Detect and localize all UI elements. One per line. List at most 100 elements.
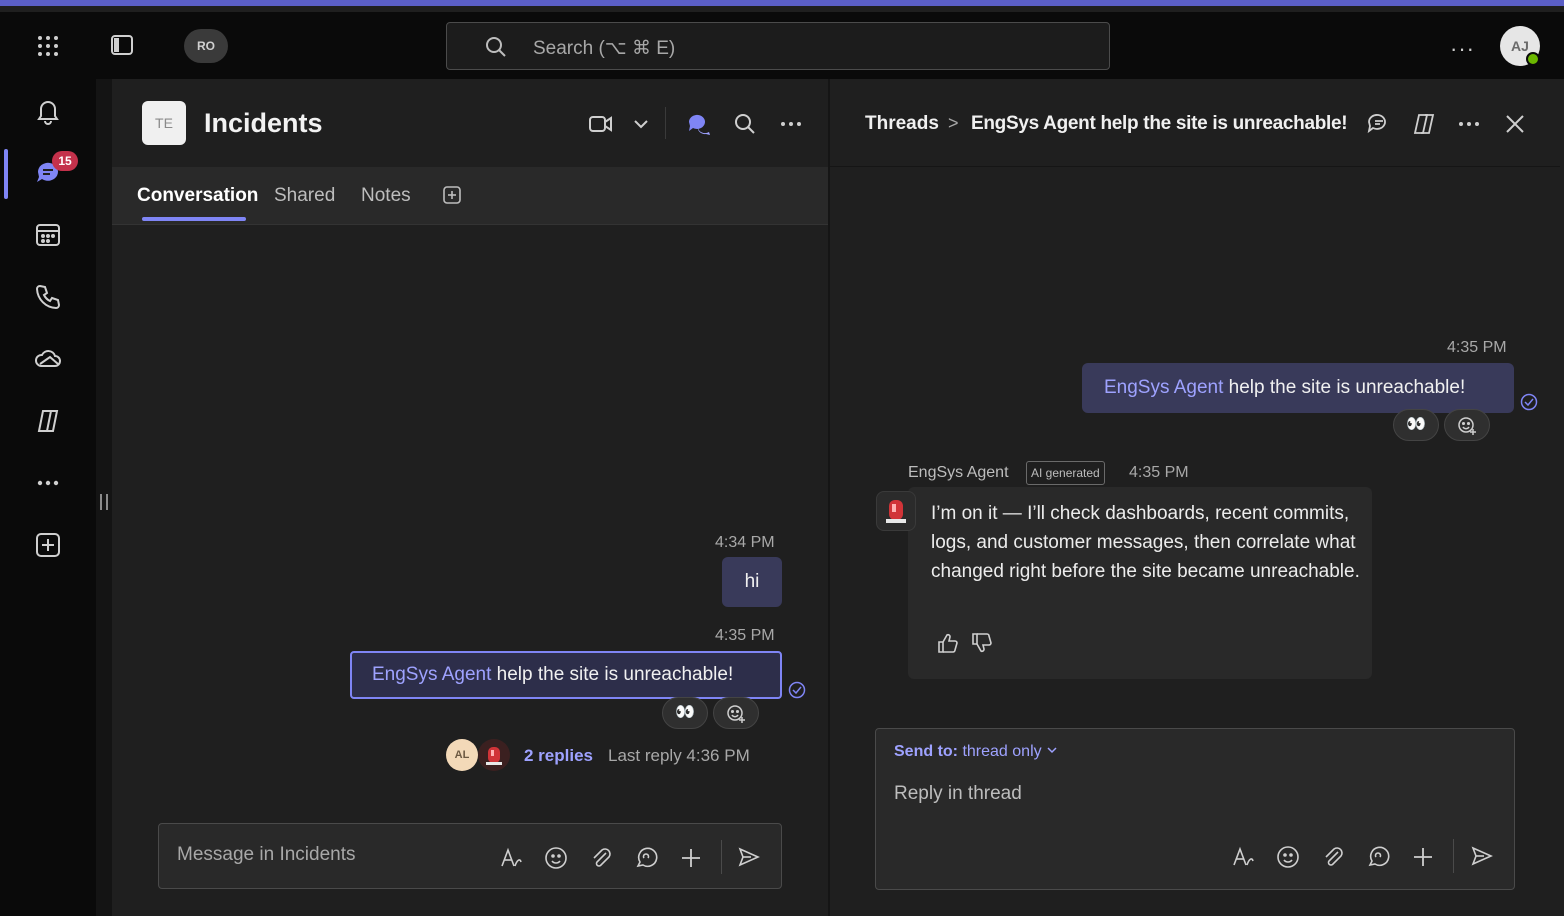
- bot-avatar: [478, 739, 510, 771]
- add-reaction-button[interactable]: [1444, 409, 1490, 441]
- app-launcher-icon[interactable]: [36, 34, 60, 58]
- message-text: help the site is unreachable!: [1223, 377, 1466, 398]
- tab-notes[interactable]: Notes: [361, 185, 411, 207]
- add-reaction-icon: [1458, 417, 1476, 435]
- channel-header: TE Incidents: [112, 79, 828, 167]
- composer-divider: [721, 840, 722, 874]
- title-bar: RO Search (⌥ ⌘ E) ··· AJ: [0, 12, 1564, 79]
- copilot-icon[interactable]: [1411, 111, 1437, 137]
- add-app-icon[interactable]: [34, 531, 62, 559]
- chevron-down-icon[interactable]: [628, 111, 654, 137]
- breadcrumb-threads[interactable]: Threads: [865, 113, 939, 135]
- message-composer[interactable]: Message in Incidents: [158, 823, 782, 889]
- siren-icon: [886, 500, 906, 523]
- loop-component-icon[interactable]: [634, 846, 658, 870]
- send-icon[interactable]: [1470, 844, 1494, 868]
- close-icon[interactable]: [1502, 111, 1528, 137]
- more-apps-icon[interactable]: [34, 469, 62, 497]
- thread-header: Threads > EngSys Agent help the site is …: [830, 79, 1560, 167]
- settings-more-icon[interactable]: ···: [1450, 36, 1475, 62]
- calendar-icon[interactable]: [34, 221, 62, 249]
- send-to-value: thread only: [962, 743, 1042, 760]
- message-timestamp: 4:35 PM: [1447, 339, 1507, 356]
- thread-title: EngSys Agent help the site is unreachabl…: [971, 113, 1348, 134]
- tab-conversation[interactable]: Conversation: [137, 185, 258, 207]
- channel-tabs: Conversation Shared Notes: [112, 167, 828, 225]
- composer-placeholder: Message in Incidents: [177, 844, 356, 865]
- search-placeholder: Search (⌥ ⌘ E): [533, 38, 676, 59]
- header-divider: [665, 107, 666, 139]
- message-timestamp: 4:34 PM: [715, 534, 775, 551]
- profile-switcher[interactable]: RO: [184, 29, 228, 63]
- loop-component-icon[interactable]: [1366, 845, 1390, 869]
- mention-engsys-agent[interactable]: EngSys Agent: [1104, 377, 1223, 398]
- thread-root-message[interactable]: EngSys Agent help the site is unreachabl…: [1082, 363, 1514, 413]
- bot-message-card[interactable]: I’m on it — I’ll check dashboards, recen…: [908, 487, 1372, 679]
- chevron-down-icon: [1047, 747, 1057, 754]
- rail-selection-indicator: [4, 149, 8, 199]
- add-icon[interactable]: [1411, 845, 1435, 869]
- add-icon[interactable]: [679, 846, 703, 870]
- tab-shared[interactable]: Shared: [274, 185, 335, 207]
- thread-replies-summary[interactable]: AL 2 replies Last reply 4:36 PM: [446, 739, 806, 771]
- channel-pane: TE Incidents Conversation Shared Notes 4…: [112, 79, 828, 916]
- add-tab-icon[interactable]: [442, 185, 462, 205]
- thumbs-down-icon[interactable]: [970, 632, 992, 654]
- calls-phone-icon[interactable]: [34, 283, 62, 311]
- more-options-icon[interactable]: [778, 111, 804, 137]
- ai-generated-tag: AI generated: [1026, 461, 1105, 485]
- read-receipt-icon: [1520, 393, 1538, 411]
- chat-bubbles-icon[interactable]: [686, 111, 712, 137]
- root-message-bubble[interactable]: EngSys Agent help the site is unreachabl…: [350, 651, 782, 699]
- thread-chat-icon[interactable]: [1366, 111, 1392, 137]
- breadcrumb-separator: >: [948, 113, 959, 133]
- toggle-sidebar-icon[interactable]: [110, 34, 134, 56]
- send-icon[interactable]: [737, 845, 761, 869]
- team-avatar[interactable]: TE: [142, 101, 186, 145]
- siren-icon: [486, 747, 502, 765]
- reply-placeholder: Reply in thread: [894, 783, 1022, 804]
- format-text-icon[interactable]: [1231, 845, 1255, 869]
- message-bubble[interactable]: hi: [722, 557, 782, 607]
- mention-engsys-agent[interactable]: EngSys Agent: [372, 664, 491, 685]
- thread-pane: Threads > EngSys Agent help the site is …: [830, 79, 1560, 916]
- channel-title: Incidents: [204, 108, 323, 138]
- bot-avatar[interactable]: [876, 491, 916, 531]
- read-receipt-icon: [788, 681, 806, 699]
- emoji-icon[interactable]: [1276, 845, 1300, 869]
- copilot-icon[interactable]: [34, 407, 62, 435]
- last-reply-time: Last reply 4:36 PM: [608, 746, 750, 765]
- app-window: RO Search (⌥ ⌘ E) ··· AJ 15 TE Incidents…: [0, 0, 1564, 916]
- search-icon[interactable]: [732, 111, 758, 137]
- add-reaction-button[interactable]: [713, 697, 759, 729]
- onedrive-cloud-icon[interactable]: [34, 345, 62, 373]
- search-icon: [486, 37, 506, 57]
- active-tab-indicator: [142, 217, 246, 221]
- video-call-icon[interactable]: [588, 111, 614, 137]
- message-timestamp: 4:35 PM: [715, 627, 775, 644]
- message-timestamp: 4:35 PM: [1129, 464, 1189, 481]
- bot-message-text: I’m on it — I’ll check dashboards, recen…: [931, 503, 1360, 582]
- presence-available-icon: [1526, 52, 1540, 66]
- resize-handle[interactable]: [100, 494, 108, 510]
- chat-unread-badge: 15: [52, 151, 78, 171]
- attach-icon[interactable]: [1321, 845, 1345, 869]
- search-input[interactable]: Search (⌥ ⌘ E): [446, 22, 1110, 70]
- replier-avatar: AL: [446, 739, 478, 771]
- add-reaction-icon: [727, 705, 745, 723]
- composer-divider: [1453, 839, 1454, 873]
- replies-link[interactable]: 2 replies: [524, 746, 593, 766]
- app-rail: 15: [0, 79, 96, 916]
- thumbs-up-icon[interactable]: [936, 632, 958, 654]
- emoji-icon[interactable]: [544, 846, 568, 870]
- send-to-selector[interactable]: Send to: thread only: [894, 743, 1058, 761]
- activity-bell-icon[interactable]: [34, 97, 62, 125]
- thread-reply-composer[interactable]: Send to: thread only Reply in thread: [875, 728, 1515, 890]
- more-options-icon[interactable]: [1456, 111, 1482, 137]
- bot-name[interactable]: EngSys Agent: [908, 464, 1009, 482]
- eyes-reaction[interactable]: 👀: [1393, 409, 1439, 441]
- eyes-reaction[interactable]: 👀: [662, 697, 708, 729]
- format-text-icon[interactable]: [499, 846, 523, 870]
- send-to-label: Send to:: [894, 743, 958, 760]
- attach-icon[interactable]: [589, 846, 613, 870]
